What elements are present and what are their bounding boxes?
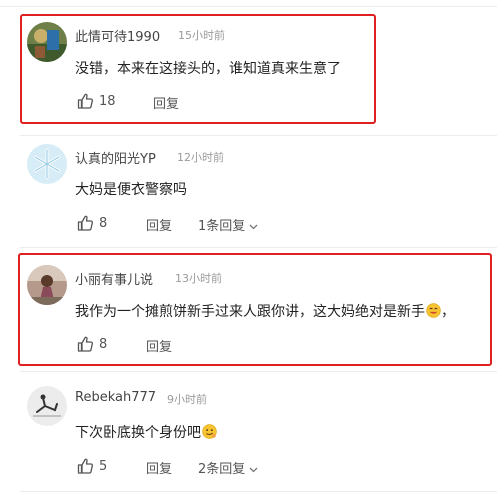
- comment-text: 我作为一个摊煎饼新手过来人跟你讲，这大妈绝对是新手，: [75, 303, 455, 320]
- timestamp: 12小时前: [177, 151, 224, 164]
- username[interactable]: 小丽有事儿说: [75, 269, 153, 288]
- reply-button[interactable]: 回复: [153, 93, 179, 112]
- comment-text: 下次卧底换个身份吧: [75, 422, 217, 442]
- thumbs-up-icon: [77, 93, 93, 109]
- timestamp: 9小时前: [167, 393, 207, 406]
- like-count: 18: [99, 93, 116, 109]
- timestamp: 15小时前: [178, 29, 225, 42]
- thumbs-up-icon: [77, 336, 93, 352]
- like-button[interactable]: 5: [77, 458, 107, 474]
- avatar[interactable]: [27, 265, 67, 305]
- avatar[interactable]: [27, 386, 67, 426]
- chevron-down-icon: [249, 220, 258, 230]
- replies-count: 2条回复: [198, 462, 246, 477]
- thumbs-up-icon: [77, 458, 93, 474]
- like-button[interactable]: 18: [77, 93, 116, 109]
- comment-text: 没错，本来在这接头的，谁知道真来生意了: [75, 61, 341, 77]
- view-replies-button[interactable]: 2条回复: [198, 458, 258, 477]
- divider: [20, 491, 497, 492]
- divider: [20, 247, 497, 248]
- username[interactable]: 认真的阳光YP: [75, 148, 156, 167]
- grinning-emoji-icon: [426, 303, 441, 318]
- like-count: 8: [99, 215, 108, 231]
- like-count: 5: [99, 458, 108, 474]
- view-replies-button[interactable]: 1条回复: [198, 215, 258, 234]
- avatar[interactable]: [27, 144, 67, 184]
- username[interactable]: 此情可待1990: [75, 26, 160, 45]
- avatar[interactable]: [27, 22, 67, 62]
- replies-count: 1条回复: [198, 219, 246, 234]
- like-button[interactable]: 8: [77, 336, 107, 352]
- divider: [20, 135, 497, 136]
- reply-button[interactable]: 回复: [146, 458, 172, 477]
- username[interactable]: Rebekah777: [75, 390, 156, 405]
- comment-text: 大妈是便衣警察吗: [75, 182, 187, 198]
- like-count: 8: [99, 336, 108, 352]
- chevron-down-icon: [249, 463, 258, 473]
- divider: [20, 371, 497, 372]
- reply-button[interactable]: 回复: [146, 215, 172, 234]
- timestamp: 13小时前: [175, 272, 222, 285]
- reply-button[interactable]: 回复: [146, 336, 172, 355]
- like-button[interactable]: 8: [77, 215, 107, 231]
- thumbs-up-icon: [77, 215, 93, 231]
- top-divider: [0, 6, 497, 7]
- smirk-emoji-icon: [202, 424, 217, 439]
